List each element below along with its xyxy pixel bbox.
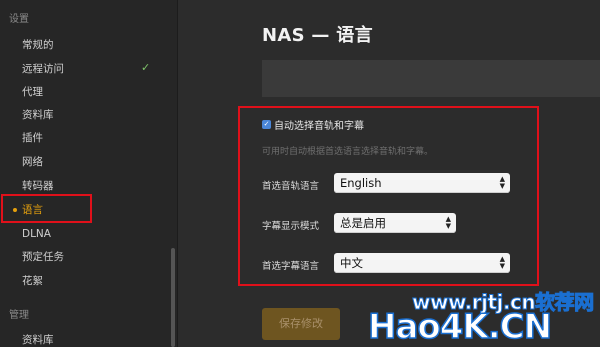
watermark-bottom: Hao4K.CN	[367, 306, 553, 347]
auto-select-label[interactable]: 自动选择音轨和字幕	[274, 117, 364, 132]
subtitle-mode-value: 总是启用	[340, 216, 386, 230]
subtitle-language-value: 中文	[340, 256, 363, 270]
settings-sidebar: 设置 常规的 远程访问 ✓ 代理 资料库 插件 网络 转码器 语言 DLNA 预…	[0, 0, 178, 347]
subtitle-mode-select[interactable]: 总是启用 ▲ ▼	[334, 213, 456, 233]
audio-language-label: 首选音轨语言	[262, 181, 320, 192]
sidebar-item-plugins[interactable]: 插件	[22, 129, 172, 147]
select-arrows-icon: ▲ ▼	[499, 175, 505, 190]
sidebar-item-extras[interactable]: 花絮	[22, 272, 172, 290]
page-title: NAS — 语言	[262, 25, 373, 46]
sidebar-item-library[interactable]: 资料库	[22, 106, 172, 124]
save-button[interactable]: 保存修改	[262, 308, 340, 340]
header-bar	[262, 60, 600, 97]
sidebar-item-proxy[interactable]: 代理	[22, 83, 172, 101]
audio-language-select[interactable]: English ▲ ▼	[334, 173, 510, 193]
sidebar-item-scheduled-tasks[interactable]: 预定任务	[22, 248, 172, 266]
subtitle-mode-label: 字幕显示模式	[262, 221, 320, 232]
sidebar-section-manage: 管理	[9, 310, 29, 321]
audio-language-value: English	[340, 176, 382, 190]
select-arrows-icon: ▲ ▼	[445, 215, 451, 230]
select-arrows-icon: ▲ ▼	[499, 255, 505, 270]
subtitle-language-select[interactable]: 中文 ▲ ▼	[334, 253, 510, 273]
auto-select-checkbox[interactable]: ✓	[262, 120, 271, 129]
auto-select-hint: 可用时自动根据首选语言选择音轨和字幕。	[262, 147, 434, 157]
subtitle-language-label: 首选字幕语言	[262, 261, 320, 272]
sidebar-item-general[interactable]: 常规的	[22, 36, 172, 54]
sidebar-scrollbar[interactable]	[171, 248, 175, 347]
check-icon: ✓	[141, 61, 151, 74]
highlight-box-language	[1, 194, 92, 223]
sidebar-section-settings: 设置	[9, 14, 29, 25]
sidebar-item-dlna[interactable]: DLNA	[22, 225, 172, 243]
sidebar-item-transcoder[interactable]: 转码器	[22, 177, 172, 195]
sidebar-item-network[interactable]: 网络	[22, 153, 172, 171]
sidebar-item-manage-library[interactable]: 资料库	[22, 331, 172, 347]
